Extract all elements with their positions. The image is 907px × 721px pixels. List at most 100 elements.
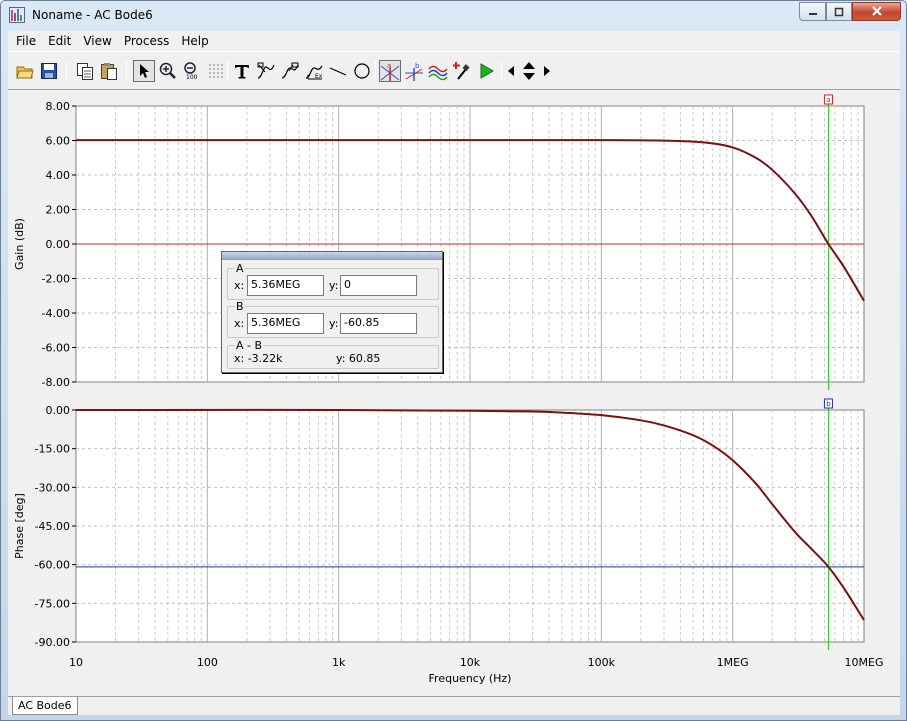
y-tick-label: -75.00 bbox=[35, 597, 70, 610]
y-tick-label: 8.00 bbox=[46, 100, 71, 113]
cursor-b-x-field[interactable]: 5.36MEG bbox=[247, 313, 324, 334]
menu-process[interactable]: Process bbox=[118, 34, 176, 48]
x-tick-label: 10k bbox=[460, 656, 481, 669]
paste-button[interactable] bbox=[98, 60, 120, 82]
text-tool-button[interactable] bbox=[231, 60, 253, 82]
plot-area: 8.00 6.00 4.00 2.00 0.00 -2.00 -4.00 -6.00 -8.00… bbox=[8, 89, 900, 696]
minimize-button[interactable] bbox=[799, 2, 826, 21]
pointer-button[interactable] bbox=[133, 60, 155, 82]
x-tick-label: 100 bbox=[197, 656, 218, 669]
minimize-icon bbox=[808, 12, 817, 15]
y-tick-label: 0.00 bbox=[46, 238, 71, 251]
x-tick-label: 100k bbox=[588, 656, 616, 669]
copy-button[interactable] bbox=[74, 60, 96, 82]
paste-icon bbox=[101, 63, 117, 80]
cursor-a-marker-label: a bbox=[826, 96, 830, 104]
axis-label-button[interactable]: Ex bbox=[303, 60, 325, 82]
x-tick-label: 10MEG bbox=[845, 656, 884, 669]
cursor-b-marker-label: b bbox=[826, 400, 831, 408]
title-bar[interactable]: Noname - AC Bode6 bbox=[1, 1, 906, 31]
panel-title-bar[interactable] bbox=[222, 252, 442, 260]
cursor-a-button[interactable]: a bbox=[379, 60, 401, 82]
svg-text:100: 100 bbox=[186, 74, 198, 80]
cursor-b-button[interactable]: b bbox=[403, 60, 425, 82]
copy-icon bbox=[77, 63, 93, 80]
grid-button[interactable] bbox=[205, 60, 227, 82]
y-tick-label: -4.00 bbox=[42, 307, 70, 320]
menu-help[interactable]: Help bbox=[175, 34, 214, 48]
cursor-a-icon: a bbox=[380, 62, 400, 81]
add-marker-button[interactable] bbox=[451, 60, 473, 82]
bode-app-icon bbox=[9, 7, 25, 23]
cursor-a-x-field[interactable]: 5.36MEG bbox=[247, 275, 324, 296]
run-icon bbox=[480, 63, 494, 79]
menu-view[interactable]: View bbox=[77, 34, 117, 48]
y-tick-label: -90.00 bbox=[35, 636, 70, 649]
line-tool-button[interactable] bbox=[327, 60, 349, 82]
cursor-a-x-label: x: bbox=[234, 279, 245, 292]
svg-text:Ex: Ex bbox=[315, 73, 323, 80]
nav-right-button[interactable] bbox=[540, 60, 554, 82]
circle-tool-button[interactable] bbox=[351, 60, 373, 82]
toolbar-separator bbox=[501, 61, 502, 81]
cursor-b-y-field[interactable]: -60.85 bbox=[340, 313, 417, 334]
curve-label-button[interactable] bbox=[255, 60, 277, 82]
line-tool-icon bbox=[329, 67, 347, 76]
x-tick-label: 10 bbox=[69, 656, 83, 669]
close-button[interactable] bbox=[852, 2, 901, 21]
save-disk-icon bbox=[41, 63, 57, 79]
tab-ac-bode6[interactable]: AC Bode6 bbox=[12, 697, 78, 715]
menu-edit[interactable]: Edit bbox=[42, 34, 77, 48]
nav-left-icon bbox=[508, 66, 514, 76]
maximize-button[interactable] bbox=[826, 2, 852, 21]
y-tick-label: -2.00 bbox=[42, 273, 70, 286]
cursor-a-y-label: y: bbox=[329, 279, 339, 292]
cursor-a-title: A bbox=[235, 262, 245, 275]
add-marker-icon bbox=[453, 62, 470, 80]
toolbar-separator bbox=[375, 61, 376, 81]
zoom-in-button[interactable] bbox=[157, 60, 179, 82]
curve-label-icon bbox=[257, 62, 275, 79]
toolbar: 100 Ex a b bbox=[8, 51, 900, 89]
gain-axis-label: Gain (dB) bbox=[13, 218, 26, 270]
cursor-a-y-field[interactable]: 0 bbox=[340, 275, 417, 296]
nav-left-button[interactable] bbox=[504, 60, 518, 82]
y-tick-label: -15.00 bbox=[35, 443, 70, 456]
curve-label-2-icon bbox=[281, 62, 299, 79]
zoom-out-icon: 100 bbox=[184, 62, 198, 80]
maximize-icon bbox=[834, 7, 844, 16]
cursor-readout-panel[interactable]: A x: 5.36MEG y: 0 B x: 5.36MEG y: -60.85… bbox=[221, 251, 443, 373]
x-tick-label: 1k bbox=[332, 656, 346, 669]
app-window: Noname - AC Bode6 File Edit View Process… bbox=[0, 0, 907, 721]
menu-bar: File Edit View Process Help bbox=[8, 31, 900, 51]
open-button[interactable] bbox=[14, 60, 36, 82]
axis-label-icon: Ex bbox=[305, 65, 323, 80]
y-tick-label: -60.00 bbox=[35, 559, 70, 572]
menu-file[interactable]: File bbox=[10, 34, 42, 48]
window-title: Noname - AC Bode6 bbox=[32, 8, 153, 22]
cursor-diff-title: A - B bbox=[235, 339, 264, 352]
nav-updown-button[interactable] bbox=[518, 60, 540, 82]
gain-chart[interactable]: 8.00 6.00 4.00 2.00 0.00 -2.00 -4.00 -6.00 -8.00… bbox=[42, 94, 865, 390]
cursor-a-group: A x: 5.36MEG y: 0 bbox=[227, 262, 439, 300]
zoom-in-icon bbox=[159, 62, 176, 79]
y-tick-label: 6.00 bbox=[46, 135, 71, 148]
status-bar: AC Bode6 bbox=[8, 696, 900, 715]
waveforms-button[interactable] bbox=[427, 60, 449, 82]
phase-chart[interactable]: 0.00 -15.00 -30.00 -45.00 -60.00 -75.00 -90.00… bbox=[35, 398, 884, 669]
curve-label-2-button[interactable] bbox=[279, 60, 301, 82]
phase-axis-label: Phase [deg] bbox=[13, 493, 26, 559]
zoom-out-button[interactable]: 100 bbox=[181, 60, 203, 82]
nav-right-icon bbox=[544, 66, 550, 76]
svg-text:a: a bbox=[387, 62, 391, 70]
cursor-diff-group: A - B x: -3.22k y: 60.85 bbox=[227, 339, 439, 369]
text-tool-icon bbox=[235, 65, 249, 79]
y-tick-label: 4.00 bbox=[46, 169, 71, 182]
run-button[interactable] bbox=[475, 60, 497, 82]
x-tick-label: 1MEG bbox=[717, 656, 749, 669]
svg-text:b: b bbox=[415, 62, 420, 70]
y-tick-label: 2.00 bbox=[46, 204, 71, 217]
bode-plot[interactable]: 8.00 6.00 4.00 2.00 0.00 -2.00 -4.00 -6.00 -8.00… bbox=[8, 90, 900, 696]
save-button[interactable] bbox=[38, 60, 60, 82]
cursor-b-x-label: x: bbox=[234, 317, 245, 330]
